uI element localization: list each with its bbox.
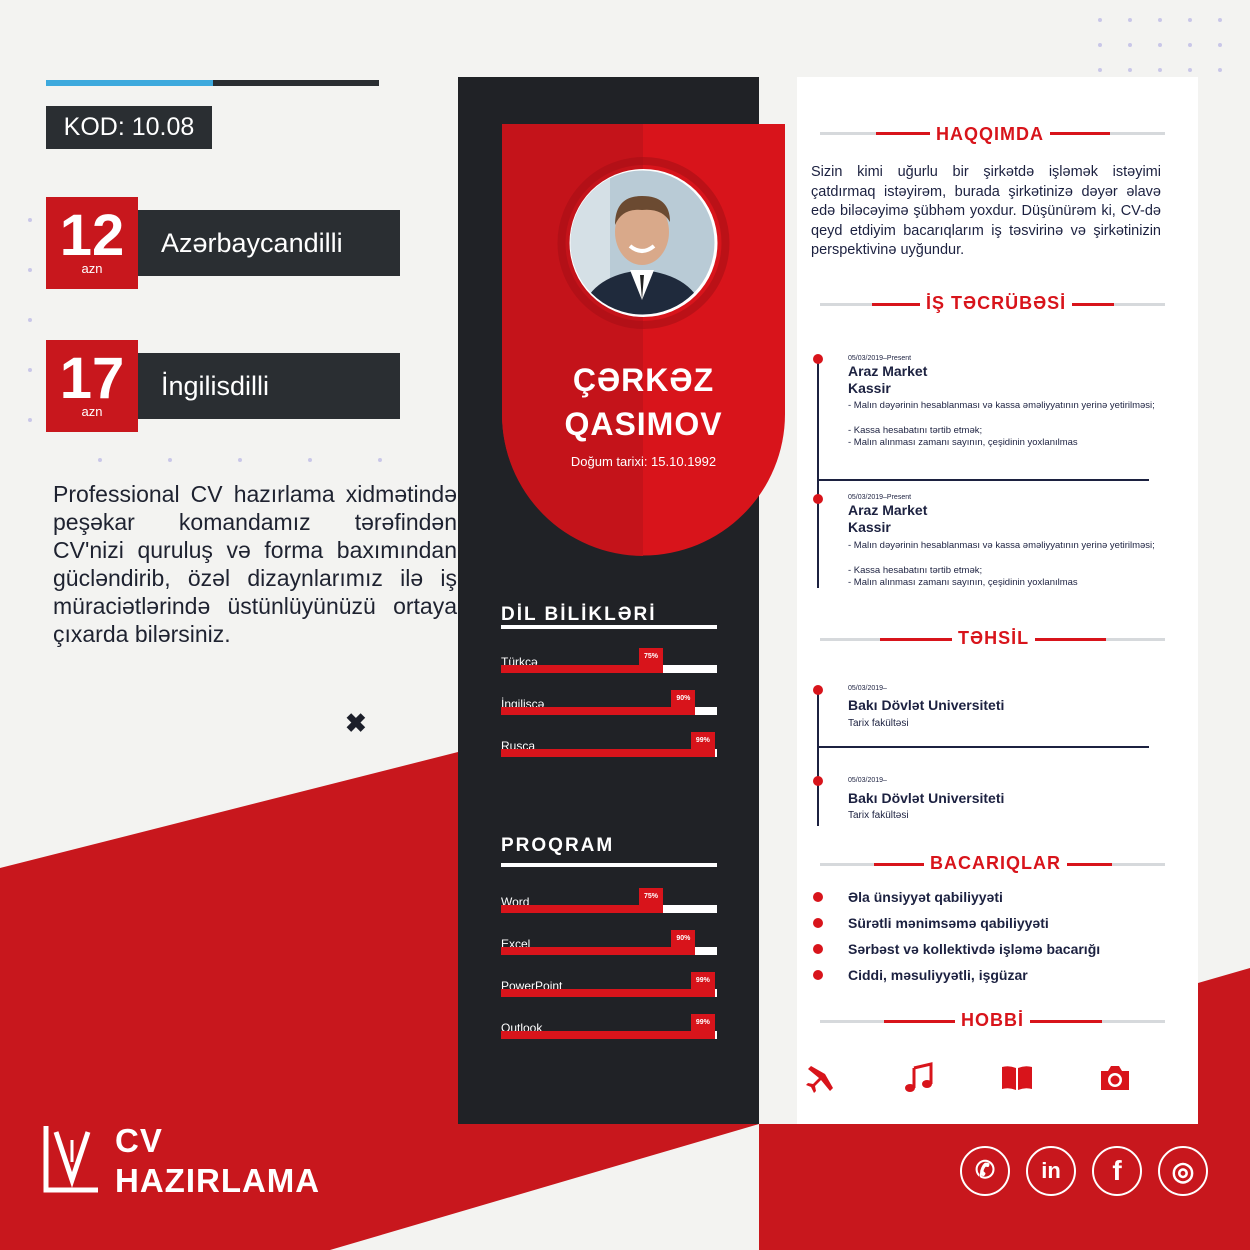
accent-bar-dark — [213, 80, 379, 86]
skill-bar-track: 75% — [501, 648, 717, 673]
experience-timeline — [817, 358, 819, 588]
skill-item: Sərbəst və kollektivdə işləmə bacarığı — [848, 941, 1101, 957]
skill-bar-fill — [501, 749, 715, 757]
edu-school: Bakı Dövlət Universiteti — [848, 790, 1005, 806]
education-timeline — [817, 688, 819, 826]
whatsapp-icon[interactable]: ✆ — [960, 1146, 1010, 1196]
cv-logo-icon — [43, 1126, 98, 1193]
skill-bar-percent: 99% — [690, 1014, 715, 1031]
skill-dot — [813, 892, 823, 902]
education-divider — [817, 746, 1149, 748]
skill-bar-fill — [501, 947, 696, 955]
music-icon — [905, 1062, 933, 1092]
experience-divider — [817, 479, 1149, 481]
camera-icon — [1101, 1066, 1129, 1090]
job-duty: - Kassa hesabatını tərtib etmək; — [848, 425, 983, 436]
programs-title: PROQRAM — [501, 835, 615, 856]
last-name: QASIMOV — [564, 406, 723, 442]
job-duty: - Malın alınması zamanı sayının, çeşidin… — [848, 577, 1078, 588]
skill-dot — [813, 970, 823, 980]
about-title: HAQQIMDA — [930, 124, 1050, 145]
skills-title: BACARIQLAR — [924, 853, 1067, 874]
skill-bar-percent: 75% — [639, 888, 663, 905]
education-title: TƏHSİL — [952, 628, 1036, 649]
skill-bar-fill — [501, 665, 663, 673]
skill-bar-track: 99% — [501, 1014, 717, 1039]
skill-bar-fill — [501, 905, 663, 913]
linkedin-icon[interactable]: in — [1026, 1146, 1076, 1196]
book-icon — [1002, 1066, 1032, 1090]
close-icon[interactable]: ✖ — [345, 708, 367, 739]
job-company: Araz Market — [848, 363, 928, 379]
timeline-dot — [813, 494, 823, 504]
skill-dot — [813, 918, 823, 928]
timeline-dot — [813, 354, 823, 364]
accent-bar-blue — [46, 80, 213, 86]
timeline-dot — [813, 776, 823, 786]
birth-date: Doğum tarixi: 15.10.1992 — [570, 454, 717, 469]
skill-bar-percent: 75% — [639, 648, 663, 665]
skill-bar-track: 99% — [501, 732, 717, 757]
edu-date: 05/03/2019– — [848, 685, 887, 692]
skill-item: Əla ünsiyyət qabiliyyəti — [848, 889, 1003, 905]
profile-photo — [570, 170, 715, 315]
job-duty: - Malın alınması zamanı sayının, çeşidin… — [848, 437, 1078, 448]
skill-bar-percent: 99% — [690, 972, 715, 989]
job-duty: - Malın dəyərinin hesablanması və kassa … — [848, 540, 1155, 551]
hobby-title: HOBBİ — [955, 1010, 1030, 1031]
skill-bar-fill — [501, 1031, 715, 1039]
brand-line-1: CV — [115, 1122, 163, 1159]
skill-bar-fill — [501, 707, 696, 715]
experience-title: İŞ TƏCRÜBƏSİ — [920, 293, 1073, 314]
timeline-dot — [813, 685, 823, 695]
job-role: Kassir — [848, 519, 891, 535]
job-company: Araz Market — [848, 502, 928, 518]
product-code: KOD: 10.08 — [46, 106, 212, 149]
price-badge-en: 17 azn — [46, 340, 138, 432]
skill-bar-track: 99% — [501, 972, 717, 997]
edu-school: Bakı Dövlət Universiteti — [848, 697, 1005, 713]
price-amount: 17 — [59, 346, 125, 411]
skill-item: Ciddi, məsuliyyətli, işgüzar — [848, 967, 1028, 983]
skill-bar-percent: 99% — [690, 732, 715, 749]
languages-title: DİL BİLİKLƏRİ — [501, 604, 657, 625]
airplane-icon — [806, 1062, 837, 1093]
job-duty: - Malın dəyərinin hesablanması və kassa … — [848, 400, 1155, 411]
job-role: Kassir — [848, 380, 891, 396]
programs-rule — [501, 863, 717, 867]
price-badge-az: 12 azn — [46, 197, 138, 289]
skill-dot — [813, 944, 823, 954]
job-duty: - Kassa hesabatını tərtib etmək; — [848, 565, 983, 576]
instagram-icon[interactable]: ◎ — [1158, 1146, 1208, 1196]
skill-bar-track: 90% — [501, 690, 717, 715]
edu-faculty: Tarix fakültəsi — [848, 718, 909, 729]
skill-bar-percent: 90% — [671, 690, 696, 707]
brand-line-2: HAZIRLAMA — [115, 1162, 321, 1199]
price-label-az: Azərbaycandilli — [138, 210, 400, 276]
skill-bar-track: 90% — [501, 930, 717, 955]
skill-item: Sürətli mənimsəmə qabiliyyəti — [848, 915, 1049, 931]
promo-text: Professional CV hazırlama xidmətində peş… — [53, 481, 457, 647]
skill-bar-fill — [501, 989, 715, 997]
edu-date: 05/03/2019– — [848, 777, 887, 784]
about-text: Sizin kimi uğurlu bir şirkətdə işləmək i… — [811, 164, 1161, 258]
price-label-en: İngilisdilli — [138, 353, 400, 419]
skill-bar-percent: 90% — [671, 930, 696, 947]
skill-bar-track: 75% — [501, 888, 717, 913]
languages-rule — [501, 625, 717, 629]
edu-faculty: Tarix fakültəsi — [848, 810, 909, 821]
facebook-icon[interactable]: f — [1092, 1146, 1142, 1196]
job-date: 05/03/2019–Present — [848, 355, 912, 362]
job-date: 05/03/2019–Present — [848, 494, 912, 501]
first-name: ÇƏRKƏZ — [572, 362, 715, 398]
price-amount: 12 — [59, 203, 125, 268]
